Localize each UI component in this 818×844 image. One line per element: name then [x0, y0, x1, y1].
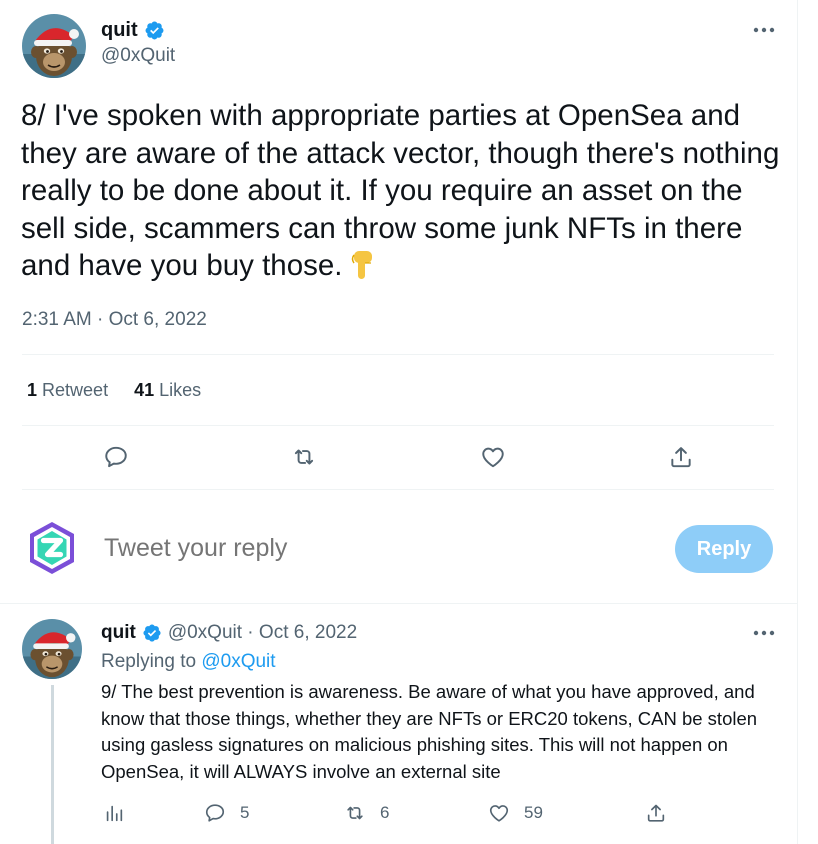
reply-tweet-text: 9/ The best prevention is awareness. Be … — [101, 681, 758, 782]
pointing-down-emoji-icon — [348, 249, 378, 281]
tweet-action-bar — [0, 443, 797, 475]
retweets-stat[interactable]: 1 Retweet — [27, 378, 108, 402]
share-icon[interactable] — [645, 802, 667, 824]
more-options-icon[interactable] — [752, 20, 776, 40]
reply-input[interactable] — [104, 532, 604, 564]
more-options-icon[interactable] — [752, 623, 776, 643]
reply-button[interactable]: Reply — [675, 525, 773, 573]
likes-count: 41 — [134, 380, 155, 400]
display-name[interactable]: quit — [101, 621, 136, 645]
tweet-text: 8/ I've spoken with appropriate parties … — [21, 97, 791, 285]
reply-count: 5 — [240, 803, 250, 822]
retweet-action[interactable]: 6 — [344, 802, 389, 824]
divider — [22, 354, 774, 355]
reply-tweet[interactable]: quit @0xQuit · Oct 6, 2022 Replying to @… — [0, 605, 797, 844]
main-tweet: quit @0xQuit 8/ I've spoken with appropr… — [0, 0, 797, 605]
tweet-timestamp[interactable]: 2:31 AM · Oct 6, 2022 — [22, 308, 207, 332]
verified-badge-icon — [142, 623, 162, 643]
ape-santa-hat-avatar-icon — [22, 14, 86, 78]
reply-icon[interactable] — [102, 443, 130, 471]
current-user-avatar[interactable] — [22, 518, 82, 578]
analytics-icon[interactable] — [103, 802, 125, 824]
retweet-icon — [344, 802, 366, 824]
user-handle[interactable]: @0xQuit — [101, 44, 175, 68]
engagement-stats: 1 Retweet 41 Likes — [27, 378, 201, 402]
reply-composer: Reply — [0, 505, 797, 605]
divider — [0, 603, 797, 604]
retweet-icon[interactable] — [290, 443, 318, 471]
retweets-label: Retweet — [42, 380, 109, 400]
reply-tweet-action-bar: 5 6 59 — [0, 802, 797, 828]
column-border — [797, 0, 798, 844]
divider — [22, 489, 774, 490]
share-icon[interactable] — [667, 443, 695, 471]
replying-to-label: Replying to — [101, 651, 197, 672]
display-name[interactable]: quit — [101, 18, 138, 42]
like-icon — [488, 802, 510, 824]
divider — [22, 425, 774, 426]
replying-to: Replying to @0xQuit — [101, 650, 276, 674]
retweet-count: 6 — [380, 803, 390, 822]
zapper-logo-icon — [22, 518, 82, 578]
like-icon[interactable] — [479, 443, 507, 471]
reply-action[interactable]: 5 — [204, 802, 249, 824]
likes-stat[interactable]: 41 Likes — [134, 378, 201, 402]
ape-santa-hat-avatar-icon — [22, 619, 82, 679]
retweets-count: 1 — [27, 380, 38, 400]
like-action[interactable]: 59 — [488, 802, 543, 824]
avatar[interactable] — [22, 14, 86, 78]
likes-label: Likes — [159, 380, 202, 400]
like-count: 59 — [524, 803, 543, 822]
verified-badge-icon — [144, 20, 165, 41]
tweet-body: 8/ I've spoken with appropriate parties … — [21, 99, 788, 282]
reply-tweet-header: quit @0xQuit · Oct 6, 2022 — [101, 621, 357, 645]
avatar[interactable] — [22, 619, 82, 679]
replying-to-link[interactable]: @0xQuit — [201, 651, 275, 672]
handle-and-date[interactable]: @0xQuit · Oct 6, 2022 — [168, 621, 357, 645]
reply-icon — [204, 802, 226, 824]
